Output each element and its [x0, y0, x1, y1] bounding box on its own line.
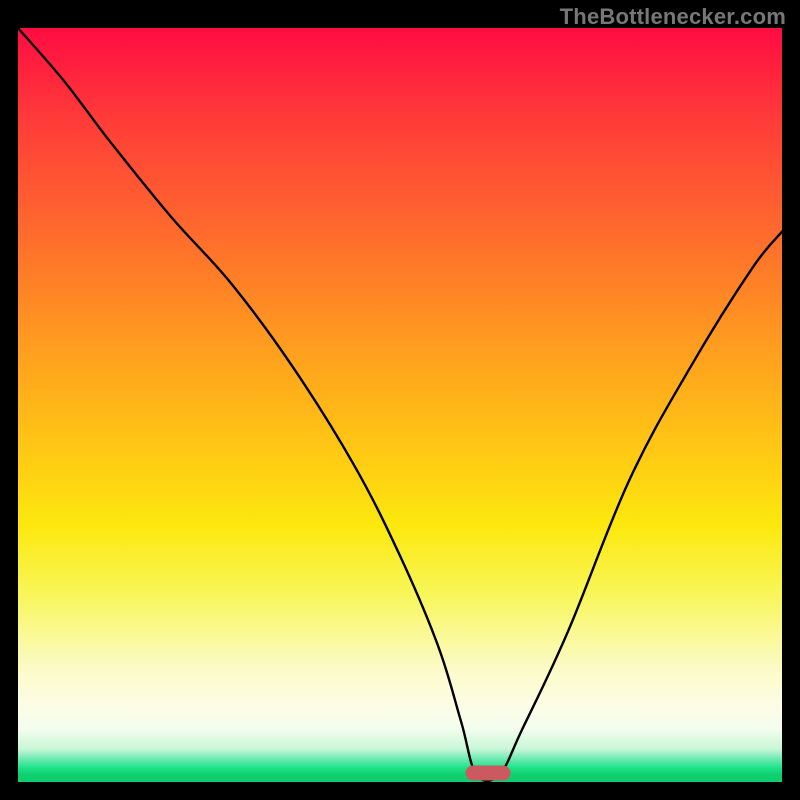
chart-frame: TheBottlenecker.com	[0, 0, 800, 800]
plot-inner	[18, 28, 782, 782]
plot-area	[18, 28, 782, 782]
watermark-text: TheBottlenecker.com	[560, 4, 786, 30]
optimal-marker	[465, 765, 510, 780]
bottleneck-curve	[18, 28, 782, 782]
